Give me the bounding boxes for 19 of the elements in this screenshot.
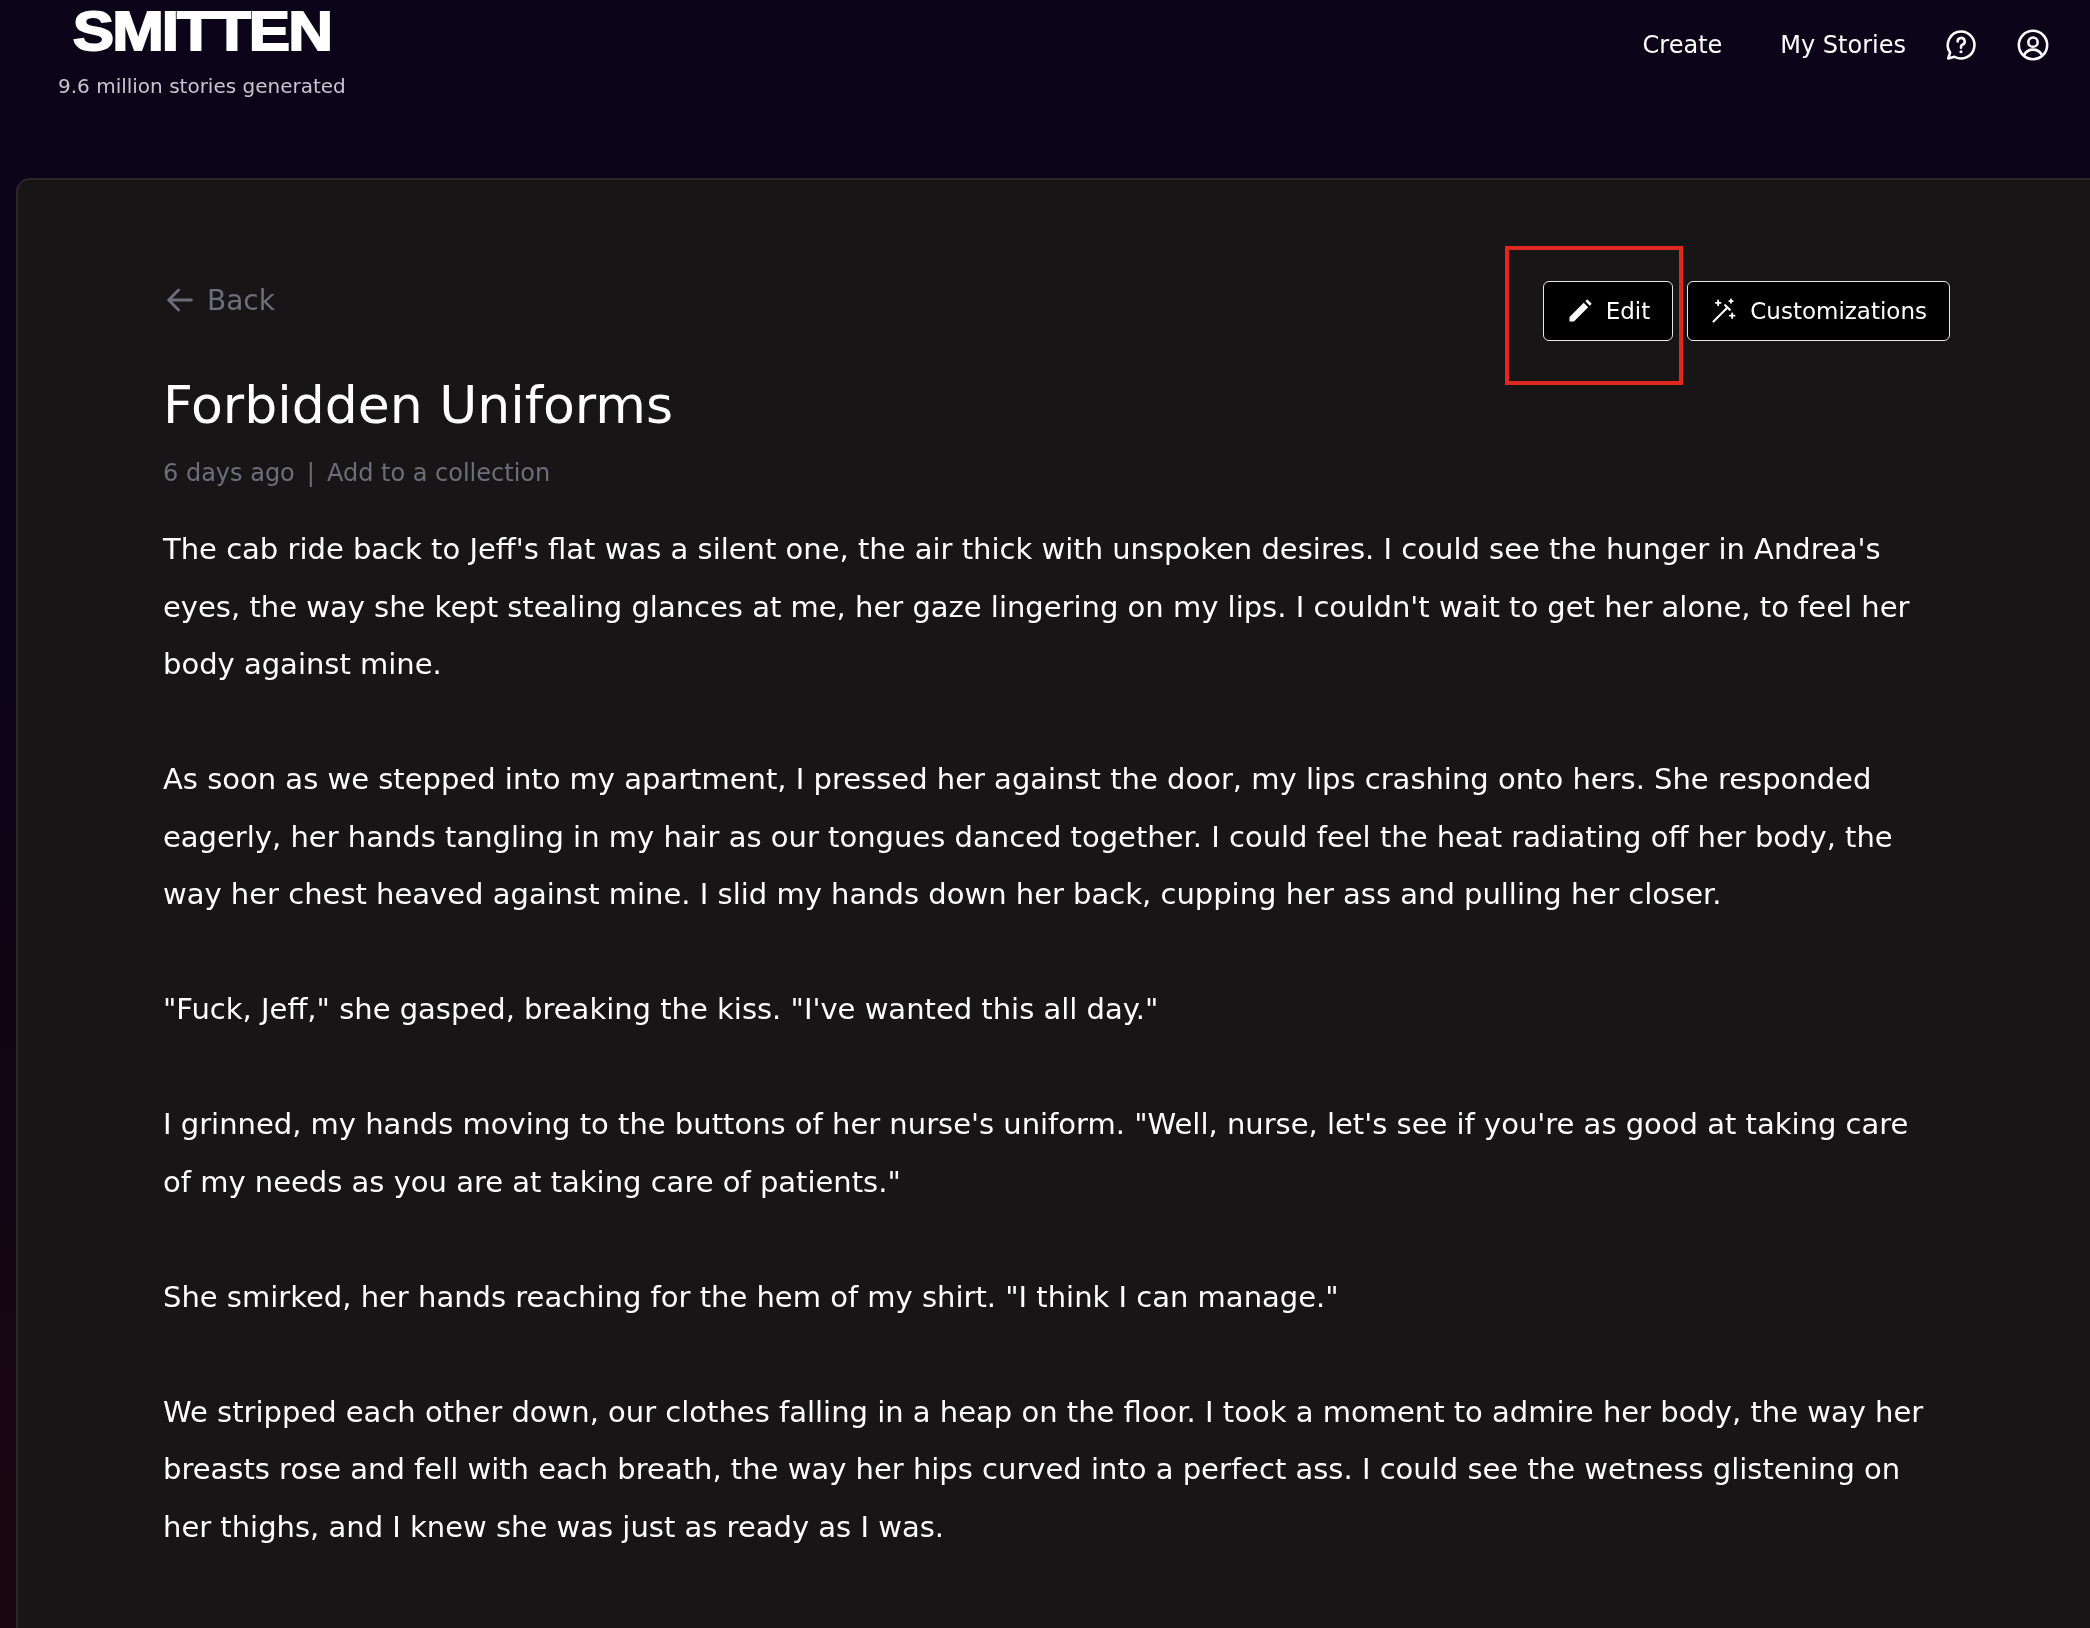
story-paragraph: We stripped each other down, our clothes falling in a heap on the floor. I took a moment to admire her body, the way her breasts rose and fell with each breath, the way her hips curved into a perfect ass. I could see the wetness glistening on her thighs, and I knew she was just as ready as I was. — [163, 1393, 1925, 1546]
edit-button[interactable]: Edit — [1542, 281, 1674, 341]
story-paragraph: The cab ride back to Jeff's flat was a silent one, the air thick with unspoken desires. I could see the hunger in Andrea's eyes, the way she kept stealing glances at me, her gaze lingering on my lips. I couldn't wait to get her alone, to feel her body against mine. — [163, 531, 1911, 683]
customizations-button[interactable]: Customizations — [1687, 281, 1950, 341]
help-icon[interactable] — [1944, 28, 1978, 62]
story-paragraph: "Fuck, Jeff," she gasped, breaking the kiss. "I've wanted this all day." — [163, 991, 1160, 1028]
story-title: Forbidden Uniforms — [163, 374, 674, 437]
account-icon[interactable] — [2016, 28, 2050, 62]
story-paragraph: I grinned, my hands moving to the buttons of her nurse's uniform. "Well, nurse, let's see if you're as good at taking care of my needs as you are at taking care of patients." — [163, 1106, 1910, 1201]
story-age: 6 days ago — [163, 459, 295, 487]
separator: | — [306, 459, 315, 487]
logo[interactable]: SMITTEN — [72, 3, 331, 59]
story-paragraph: As soon as we stepped into my apartment, I pressed her against the door, my lips crashing onto hers. She responded eagerly, her hands tangling in my hair as our tongues danced together. I could feel the heat radiating off her body, the way her chest heaved against mine. I slid my hands down her back, cupping her ass and pulling her closer. — [163, 761, 1894, 913]
nav-link[interactable]: Create — [1642, 31, 1723, 59]
tagline: 9.6 million stories generated — [58, 74, 346, 98]
story-paragraph: She smirked, her hands reaching for the hem of my shirt. "I think I can manage." — [163, 1278, 1340, 1316]
nav-link[interactable]: My Stories — [1780, 31, 1906, 59]
back-link[interactable]: Back — [163, 283, 275, 317]
add-to-collection-link[interactable]: Add to a collection — [326, 459, 551, 487]
